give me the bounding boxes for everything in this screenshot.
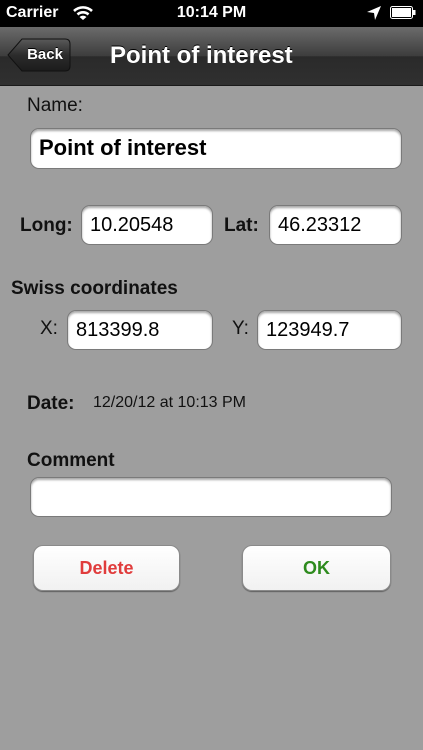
- y-coordinate-field[interactable]: 123949.7: [257, 310, 402, 350]
- x-coordinate-field[interactable]: 813399.8: [67, 310, 213, 350]
- lat-label: Lat:: [224, 215, 259, 236]
- comment-label: Comment: [27, 450, 115, 471]
- page-title: Point of interest: [110, 42, 293, 69]
- back-button-label: Back: [27, 46, 63, 63]
- ok-button[interactable]: OK: [242, 545, 391, 591]
- y-label: Y:: [232, 318, 249, 339]
- back-button[interactable]: Back: [7, 38, 71, 72]
- name-label: Name:: [27, 95, 83, 116]
- delete-button[interactable]: Delete: [33, 545, 180, 591]
- status-time: 10:14 PM: [176, 4, 247, 21]
- long-label: Long:: [20, 215, 73, 236]
- longitude-field[interactable]: 10.20548: [81, 205, 213, 245]
- battery-icon: [390, 6, 416, 19]
- navigation-bar: Back Point of interest: [0, 27, 423, 86]
- date-label: Date:: [27, 393, 75, 414]
- location-arrow-icon: [367, 6, 381, 20]
- comment-field[interactable]: [30, 477, 392, 517]
- swiss-coordinates-heading: Swiss coordinates: [11, 278, 178, 299]
- x-label: X:: [40, 318, 58, 339]
- latitude-field[interactable]: 46.23312: [269, 205, 402, 245]
- date-value: 12/20/12 at 10:13 PM: [93, 394, 246, 411]
- status-bar: Carrier 10:14 PM: [0, 0, 423, 27]
- name-field[interactable]: Point of interest: [30, 128, 402, 169]
